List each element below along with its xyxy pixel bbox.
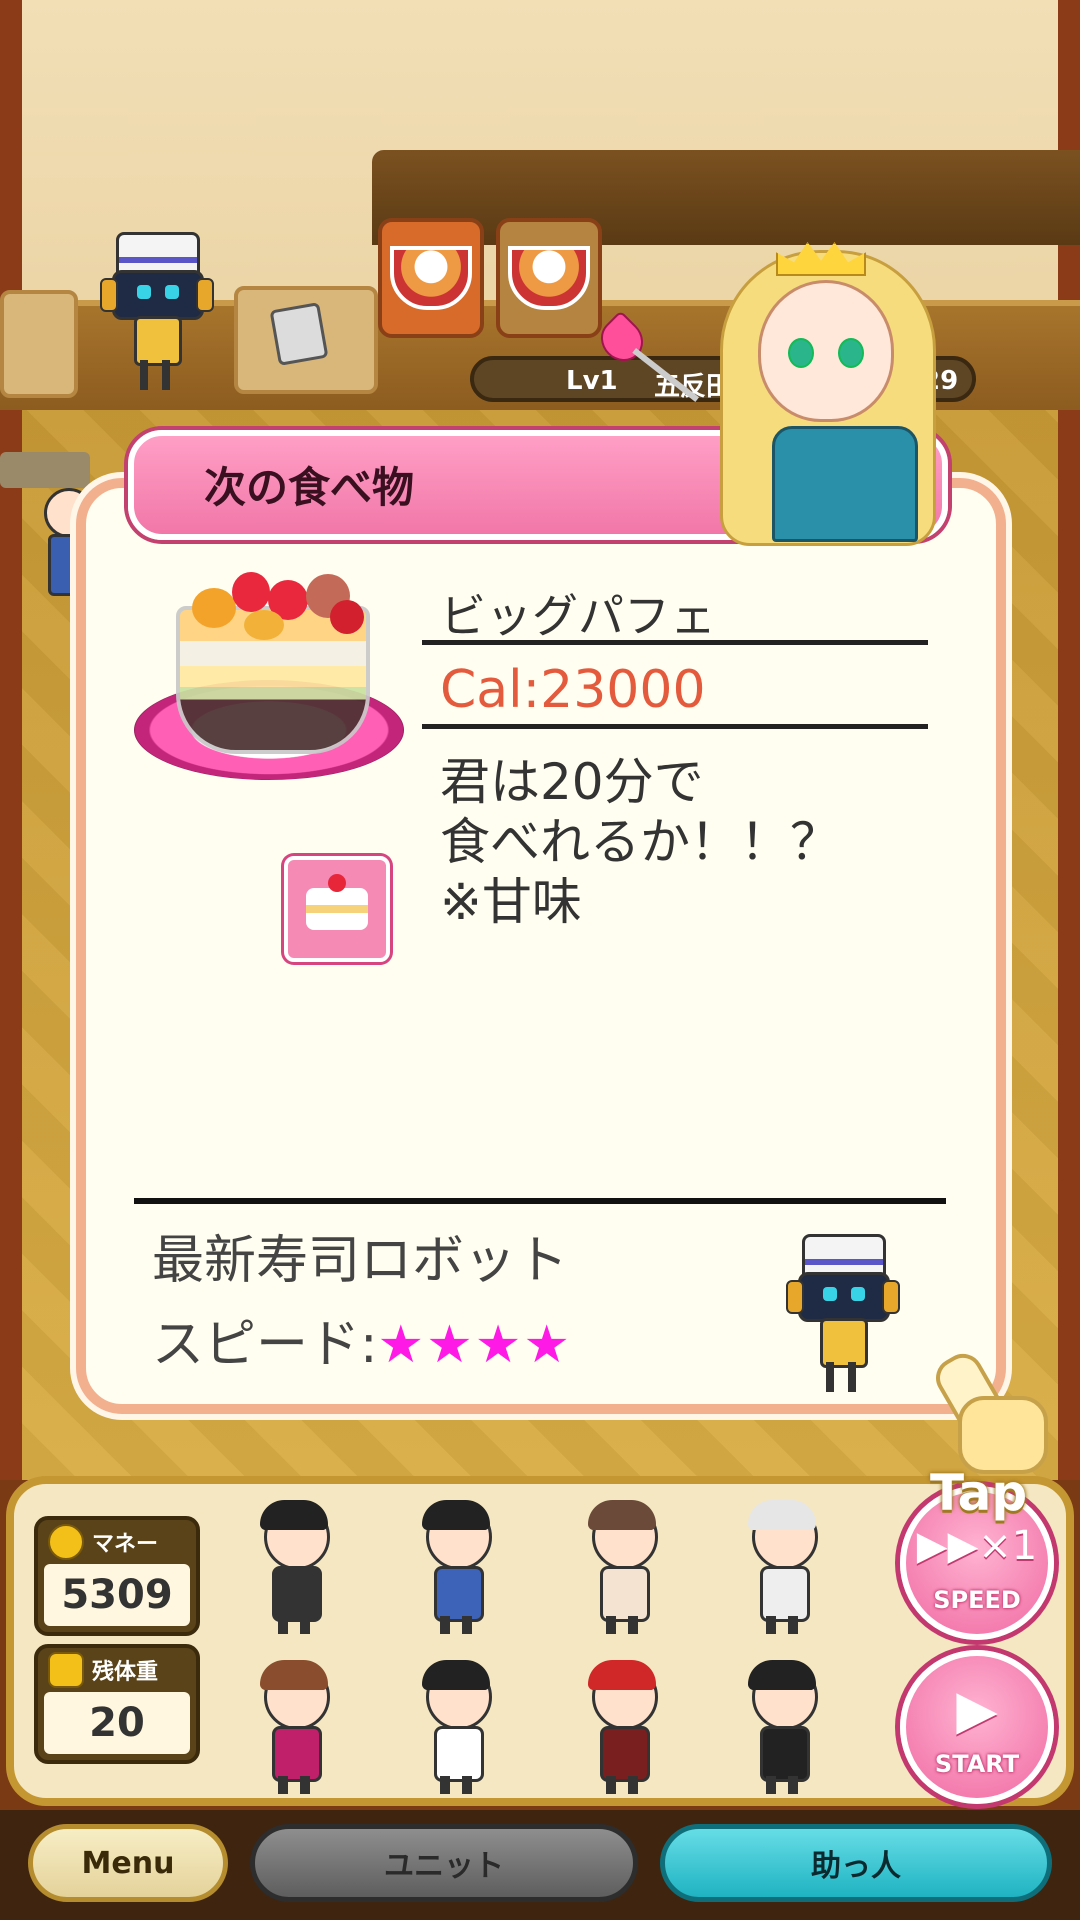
unit-speed: スピード:★★★★	[152, 1302, 572, 1377]
unit-character-slot[interactable]	[574, 1500, 670, 1634]
food-tile-parfait	[378, 218, 484, 338]
weight-icon	[48, 1652, 84, 1688]
cleaver-icon	[269, 302, 329, 366]
unit-name: 最新寿司ロボット	[152, 1231, 569, 1291]
big-parfait-image	[134, 570, 404, 790]
bottom-nav: Menu ユニット 助っ人	[0, 1810, 1080, 1920]
tap-text: Tap	[930, 1464, 1028, 1522]
food-tile-seafood	[496, 218, 602, 338]
speed-button-label: SPEED	[933, 1586, 1021, 1614]
food-name: ビッグパフェ	[440, 589, 716, 643]
princess-mascot	[592, 220, 970, 546]
unit-character-slot[interactable]	[246, 1500, 342, 1634]
weight-box: 残体重 20	[34, 1644, 200, 1764]
weight-value: 20	[44, 1692, 190, 1754]
menu-button[interactable]: Menu	[28, 1824, 228, 1902]
start-button[interactable]: ▶ START	[900, 1650, 1054, 1804]
eye-right	[838, 338, 864, 368]
eye-left	[788, 338, 814, 368]
money-label: マネー	[92, 1532, 159, 1557]
money-box: マネー 5309	[34, 1516, 200, 1636]
unit-character-slot[interactable]	[574, 1660, 670, 1794]
seafood-bowl-icon	[508, 246, 590, 310]
divider	[134, 1198, 946, 1204]
dialog-title: 次の食べ物	[204, 463, 415, 512]
money-value: 5309	[44, 1564, 190, 1626]
food-description-line: 食べれるか！！？	[440, 813, 840, 871]
counter-block-left	[0, 290, 78, 398]
unit-character-slot[interactable]	[734, 1500, 830, 1634]
play-icon: ▶	[956, 1678, 998, 1741]
speed-label: スピード:	[152, 1315, 378, 1375]
dress	[772, 426, 918, 542]
cleaver-tile	[234, 286, 378, 394]
conveyor-belt	[0, 452, 90, 488]
helper-button[interactable]: 助っ人	[660, 1824, 1052, 1902]
unit-character-slot[interactable]	[408, 1500, 504, 1634]
food-calories: Cal:23000	[440, 660, 706, 720]
sushi-robot-unit-portrait	[786, 1234, 900, 1394]
unit-button[interactable]: ユニット	[250, 1824, 638, 1902]
money-icon	[48, 1524, 84, 1560]
food-description-line: 君は20分で	[440, 753, 704, 811]
divider	[422, 724, 928, 729]
speed-stars: ★★★★	[377, 1315, 572, 1375]
sweets-category-icon	[284, 856, 390, 962]
unit-character-slot[interactable]	[246, 1660, 342, 1794]
unit-character-slot[interactable]	[408, 1660, 504, 1794]
sushi-robot-character	[100, 232, 214, 392]
divider	[422, 640, 928, 645]
parfait-icon	[390, 246, 472, 310]
level-label: Lv1	[566, 366, 618, 396]
tap-hint: Tap	[922, 1346, 1052, 1522]
unit-character-slot[interactable]	[734, 1660, 830, 1794]
start-button-label: START	[934, 1750, 1020, 1778]
weight-label: 残体重	[92, 1660, 159, 1685]
food-description-line: ※甘味	[440, 873, 582, 931]
food-description: 君は20分で 食べれるか！！？ ※甘味	[440, 752, 920, 932]
